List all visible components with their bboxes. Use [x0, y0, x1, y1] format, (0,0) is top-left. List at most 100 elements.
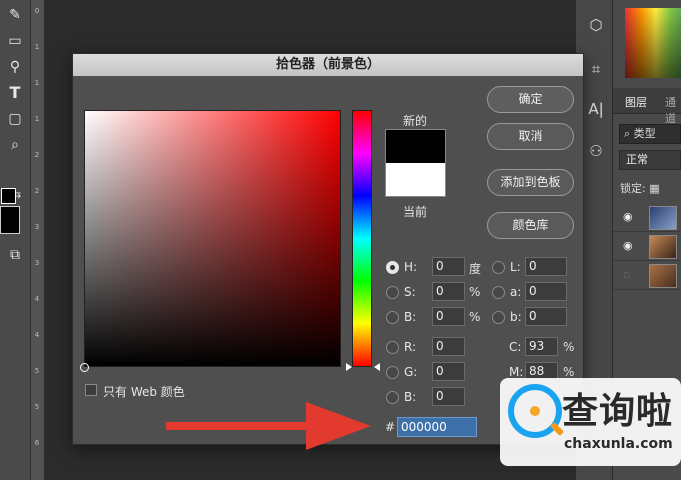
brightness-field[interactable]: 0 — [432, 307, 465, 326]
logo-dot — [530, 406, 540, 416]
lab-b-label: b: — [510, 310, 522, 324]
saturation-unit: % — [469, 285, 481, 299]
ruler-tick-label: 6 — [34, 439, 40, 447]
layer-thumbnail — [649, 235, 677, 259]
search-icon: ⌕ — [624, 127, 634, 140]
lab-b-radio[interactable] — [492, 311, 505, 324]
layer-row[interactable]: ◉ — [613, 233, 681, 261]
cyan-label: C: — [509, 340, 522, 354]
lab-l-radio[interactable] — [492, 261, 505, 274]
tab-channels[interactable]: 通道 — [665, 94, 681, 126]
brightness-radio[interactable] — [386, 311, 399, 324]
ruler-tick-label: 3 — [34, 223, 40, 231]
brightness-unit: % — [469, 310, 481, 324]
current-color-swatch[interactable] — [385, 163, 446, 197]
ruler-tick-label: 1 — [34, 115, 40, 123]
eraser-icon[interactable]: ▭ — [4, 30, 26, 52]
layer-thumbnail — [649, 206, 677, 230]
cyan-field[interactable]: 93 — [525, 337, 558, 356]
watermark-title: 查询啦 — [562, 391, 674, 432]
ruler-tick-label: 2 — [34, 151, 40, 159]
blend-mode-select[interactable]: 正常 — [619, 150, 681, 170]
ruler-tick-label: 3 — [34, 259, 40, 267]
ruler-tick-label: 5 — [34, 367, 40, 375]
eyedropper-icon[interactable]: ⚲ — [4, 56, 26, 78]
tab-layers[interactable]: 图层 — [625, 94, 647, 110]
lock-label-text: 锁定: — [620, 182, 646, 195]
saturation-brightness-field[interactable] — [80, 110, 341, 372]
green-radio[interactable] — [386, 366, 399, 379]
stamp-icon[interactable]: ⚇ — [585, 140, 607, 162]
layer-tabs: 图层 通道 — [613, 88, 681, 125]
zoom-icon[interactable]: ⌕ — [4, 134, 26, 156]
color-libraries-button[interactable]: 颜色库 — [487, 212, 574, 239]
layer-row[interactable]: ◉ — [613, 204, 681, 232]
blue-radio[interactable] — [386, 391, 399, 404]
saturation-radio[interactable] — [386, 286, 399, 299]
type-icon[interactable]: T — [4, 82, 26, 104]
brush-icon[interactable]: ✎ — [4, 4, 26, 26]
ruler-tick-label: 4 — [34, 295, 40, 303]
hue-slider[interactable] — [352, 110, 372, 367]
hex-label: # — [385, 420, 396, 434]
ruler-tick-label: 4 — [34, 331, 40, 339]
lab-a-radio[interactable] — [492, 286, 505, 299]
lock-transparent-icon[interactable]: ▦ — [649, 182, 659, 195]
background-color-swatch[interactable] — [0, 206, 20, 234]
green-field[interactable]: 0 — [432, 362, 465, 381]
foreground-color-swatch[interactable] — [1, 188, 16, 204]
hue-field[interactable]: 0 — [432, 257, 465, 276]
ruler-tick-label: 5 — [34, 403, 40, 411]
layer-kind-filter[interactable]: ⌕ 类型 — [619, 124, 681, 144]
only-web-colors-checkbox[interactable] — [85, 384, 97, 396]
magenta-label: M: — [509, 365, 524, 379]
current-color-label: 当前 — [403, 205, 428, 219]
type-panel-icon[interactable]: A| — [585, 98, 607, 120]
ruler-tick-label: 1 — [34, 43, 40, 51]
hue-unit: 度 — [469, 262, 482, 276]
red-label: R: — [404, 340, 417, 354]
saturation-field[interactable]: 0 — [432, 282, 465, 301]
hue-slider-handle-left[interactable] — [346, 363, 352, 371]
lab-l-label: L: — [510, 260, 521, 274]
color-panel-field[interactable] — [625, 8, 681, 78]
red-radio[interactable] — [386, 341, 399, 354]
tools-panel: ✎ ▭ ⚲ T ▢ ⌕ ⇆ ⧉ — [0, 0, 31, 480]
add-to-swatches-button[interactable]: 添加到色板 — [487, 169, 574, 196]
blue-field[interactable]: 0 — [432, 387, 465, 406]
hue-radio[interactable] — [386, 261, 399, 274]
vertical-ruler: 0 1 1 1 2 2 3 3 4 4 5 5 6 — [31, 0, 45, 480]
kind-filter-label: 类型 — [633, 127, 656, 140]
ruler-tick-label: 2 — [34, 187, 40, 195]
hex-input[interactable]: 000000 — [397, 417, 477, 437]
eye-hidden-icon[interactable]: ▫ — [623, 268, 630, 281]
screen-mode-icon[interactable]: ⧉ — [4, 244, 26, 266]
lab-a-label: a: — [510, 285, 522, 299]
lab-a-field[interactable]: 0 — [525, 282, 567, 301]
red-field[interactable]: 0 — [432, 337, 465, 356]
magnifier-logo-icon — [508, 384, 562, 438]
ruler-tick-label: 1 — [34, 79, 40, 87]
3d-icon[interactable]: ⬡ — [585, 14, 607, 36]
lock-label: 锁定: ▦ — [620, 180, 660, 196]
eye-icon[interactable]: ◉ — [623, 239, 633, 252]
eye-icon[interactable]: ◉ — [623, 210, 633, 223]
brightness-label: B: — [404, 310, 417, 324]
crop-icon[interactable]: ⌗ — [585, 58, 607, 80]
ok-button[interactable]: 确定 — [487, 86, 574, 113]
magenta-unit: % — [563, 365, 575, 379]
color-marker[interactable] — [80, 363, 89, 372]
dialog-title[interactable]: 拾色器（前景色） — [73, 54, 583, 76]
ruler-tick-label: 0 — [34, 7, 40, 15]
lab-b-field[interactable]: 0 — [525, 307, 567, 326]
cancel-button[interactable]: 取消 — [487, 123, 574, 150]
lab-l-field[interactable]: 0 — [525, 257, 567, 276]
layer-row[interactable]: ▫ — [613, 262, 681, 290]
blue-label: B: — [404, 390, 417, 404]
layer-thumbnail — [649, 264, 677, 288]
red-arrow-annotation — [166, 402, 371, 450]
hue-slider-handle-right[interactable] — [374, 363, 380, 371]
new-color-swatch — [385, 129, 446, 163]
rectangle-icon[interactable]: ▢ — [4, 108, 26, 130]
hue-label: H: — [404, 260, 418, 274]
